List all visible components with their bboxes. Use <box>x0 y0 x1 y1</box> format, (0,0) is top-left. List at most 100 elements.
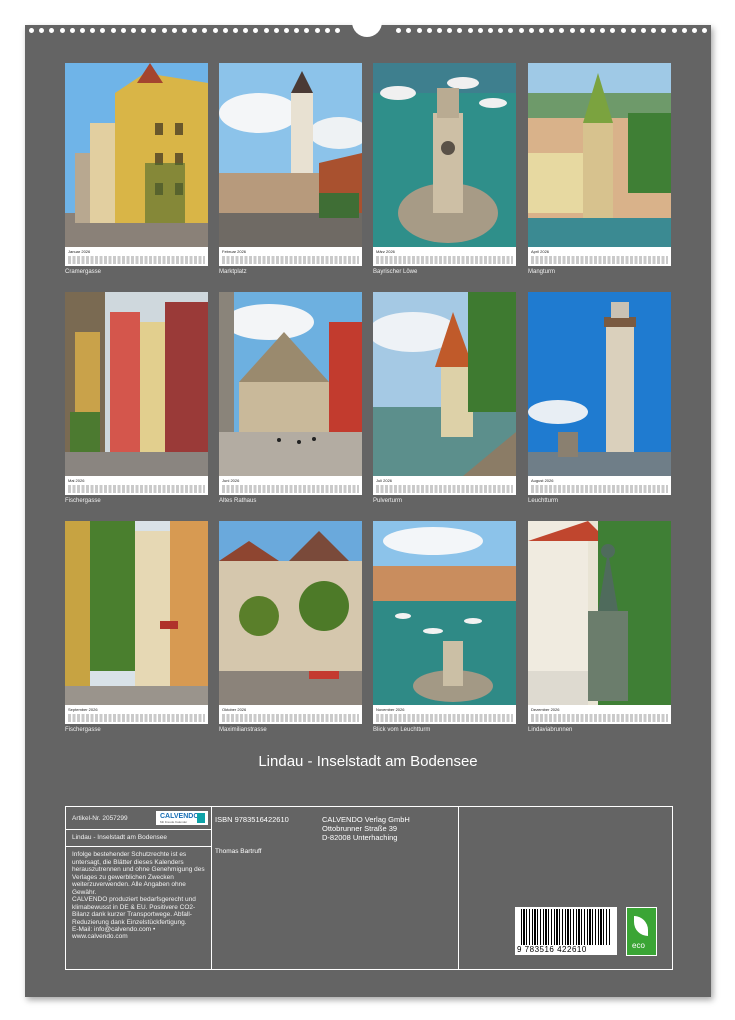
info-column-barcode: 9 783516 422610 eco <box>459 807 672 969</box>
binding-hole <box>233 28 238 33</box>
binding-hole <box>508 28 514 33</box>
photo-caption: Altes Rathaus <box>219 498 257 504</box>
binding-hole <box>457 28 463 33</box>
month-grid: März 2026 <box>373 247 516 266</box>
binding-hole <box>335 28 340 33</box>
month-label: März 2026 <box>376 249 395 254</box>
publisher-name: CALVENDO Verlag GmbH <box>322 815 410 824</box>
binding-hole <box>273 28 279 33</box>
day-cells <box>222 714 359 722</box>
article-number: Artikel-Nr. 2057299 <box>72 815 128 822</box>
month-label: Dezember 2026 <box>531 707 560 712</box>
binding-hole <box>110 28 116 33</box>
month-grid: Mai 2026 <box>65 476 208 495</box>
info-column-article: Artikel-Nr. 2057299 CALVENDO Mit Freude … <box>66 807 212 969</box>
logo-text: CALVENDO <box>160 813 199 820</box>
day-cells <box>531 714 668 722</box>
binding-hole <box>590 28 595 33</box>
binding-hole <box>69 28 75 33</box>
photo-caption: Leuchtturm <box>528 498 559 504</box>
binding-hole <box>579 28 585 33</box>
day-cells <box>222 485 359 493</box>
binding-hole <box>702 28 708 33</box>
binding-hole <box>447 28 453 33</box>
binding-hole <box>610 28 616 33</box>
photo-caption: Bayrischer Löwe <box>373 269 418 275</box>
month-grid: Oktober 2026 <box>219 705 362 724</box>
binding-hole <box>222 28 228 33</box>
publisher-city: D-82008 Unterhaching <box>322 833 398 842</box>
month-grid: Februar 2026 <box>219 247 362 266</box>
photo-caption: Maximilianstrasse <box>219 727 267 733</box>
logo-subtext: Mit Freude Kalender <box>160 820 188 824</box>
leaf-icon <box>634 916 648 936</box>
binding-hole <box>161 28 167 33</box>
photo-fischergasse <box>65 292 208 476</box>
month-grid: Juni 2026 <box>219 476 362 495</box>
day-cells <box>222 256 359 264</box>
binding-hole <box>39 28 45 33</box>
publisher-street: Ottobrunner Straße 39 <box>322 824 398 833</box>
calendar-name: Lindau - Inselstadt am Bodensee <box>72 834 168 841</box>
binding-hole <box>212 28 218 33</box>
month-grid: Juli 2026 <box>373 476 516 495</box>
binding-hole <box>171 28 177 33</box>
day-cells <box>531 485 668 493</box>
month-label: September 2026 <box>68 707 98 712</box>
legal-notice: Infolge bestehender Schutzrechte ist es … <box>72 851 205 896</box>
binding-hole <box>182 28 187 33</box>
binding-hole <box>29 28 34 33</box>
month-label: August 2026 <box>531 478 554 483</box>
binding-hole <box>284 28 289 33</box>
binding-hole <box>488 28 493 33</box>
month-label: November 2026 <box>376 707 405 712</box>
binding-hole <box>426 28 432 33</box>
binding-hole <box>651 28 657 33</box>
month-grid: November 2026 <box>373 705 516 724</box>
binding-hole <box>416 28 422 33</box>
month-grid: September 2026 <box>65 705 208 724</box>
photo-caption: Pulverturm <box>373 498 403 504</box>
binding-hole <box>304 28 310 33</box>
binding-hole <box>396 28 402 33</box>
website: www.calvendo.com <box>72 933 128 940</box>
month-label: Januar 2026 <box>68 249 91 254</box>
binding-hole <box>202 28 208 33</box>
photo-pulverturm <box>373 292 516 476</box>
binding-hole <box>49 28 55 33</box>
binding-hole <box>437 28 442 33</box>
photo-cramergasse <box>65 63 208 247</box>
binding-hole <box>559 28 565 33</box>
photo-leuchtturm <box>528 292 671 476</box>
binding-hole <box>243 28 249 33</box>
photo-marktplatz <box>219 63 362 247</box>
photo-fischergasse-2 <box>65 521 208 705</box>
calendar-back-sheet: Januar 2026 Cramergasse Februar 2026 Mar… <box>25 15 711 997</box>
binding-hole <box>549 28 555 33</box>
isbn-barcode: 9 783516 422610 <box>515 907 617 955</box>
binding-hole <box>324 28 330 33</box>
divider <box>66 829 211 830</box>
month-label: April 2026 <box>531 249 550 254</box>
day-cells <box>376 256 513 264</box>
barcode-bars <box>521 909 611 945</box>
barcode-number: 9 783516 422610 <box>517 945 587 954</box>
binding-hole <box>630 28 636 33</box>
binding-hole <box>314 28 320 33</box>
binding-hole <box>498 28 504 33</box>
photo-caption: Blick vom Leuchtturm <box>373 727 431 733</box>
day-cells <box>376 485 513 493</box>
day-cells <box>68 714 205 722</box>
photo-bayrischer-loewe <box>373 63 516 247</box>
binding-hole <box>263 28 269 33</box>
binding-hole <box>661 28 667 33</box>
day-cells <box>68 256 205 264</box>
day-cells <box>531 256 668 264</box>
binding-hole <box>100 28 106 33</box>
photo-caption: Mangturm <box>528 269 556 275</box>
binding-hole <box>80 28 85 33</box>
photo-caption: Fischergasse <box>65 727 101 733</box>
month-label: Mai 2026 <box>68 478 85 483</box>
isbn: ISBN 9783516422610 <box>215 815 289 824</box>
divider <box>66 846 211 847</box>
